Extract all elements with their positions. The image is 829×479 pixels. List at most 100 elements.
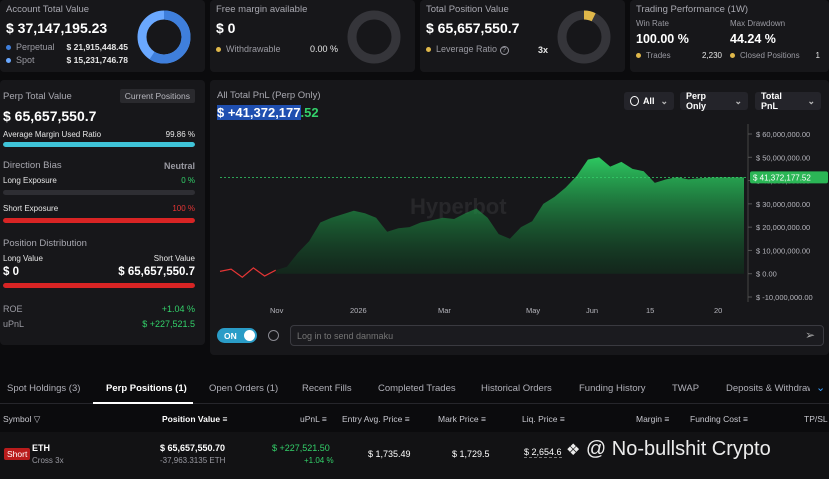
col-mark-label: Mark Price — [438, 414, 479, 424]
y-tick-label: $ -10,000,000.00 — [756, 293, 813, 302]
trades-dot-icon — [636, 53, 641, 58]
tab-twap[interactable]: TWAP — [672, 383, 699, 394]
avg-margin-bar — [3, 142, 195, 147]
performance-title: Trading Performance (1W) — [636, 4, 749, 15]
current-positions-button[interactable]: Current Positions — [119, 89, 195, 103]
y-tick-label: $ 60,000,000.00 — [756, 130, 810, 139]
position-donut-chart — [557, 10, 611, 64]
x-tick-label: 2026 — [350, 306, 367, 315]
trades-label: Trades — [646, 51, 671, 60]
upnl-value: $ +227,521.5 — [142, 319, 195, 329]
tab-completed-trades[interactable]: Completed Trades — [378, 383, 456, 394]
bottom-tabs: Spot Holdings (3) Perp Positions (1) Ope… — [0, 374, 829, 404]
tab-open-orders[interactable]: Open Orders (1) — [209, 383, 278, 394]
col-position-value[interactable]: Position Value ≡ — [162, 414, 227, 424]
x-tick-label: 15 — [646, 306, 654, 315]
tab-spot-holdings[interactable]: Spot Holdings (3) — [7, 383, 80, 394]
row-mark-price: $ 1,729.5 — [452, 449, 490, 459]
short-value: $ 65,657,550.7 — [118, 266, 195, 278]
upnl-label: uPnL — [3, 319, 25, 329]
x-tick-label: 20 — [714, 306, 722, 315]
col-tpsl: TP/SL — [804, 414, 828, 424]
withdrawable-value: 0.00 % — [309, 44, 338, 54]
row-upnl: $ +227,521.50 — [272, 443, 330, 453]
sort-icon: ≡ — [742, 414, 748, 424]
side-badge: Short — [4, 448, 31, 460]
direction-bias-label: Direction Bias — [3, 160, 62, 171]
perpetual-dot-icon — [6, 45, 11, 50]
col-margin[interactable]: Margin ≡ — [636, 414, 669, 424]
toggle-label: ON — [224, 330, 237, 341]
range-select[interactable]: All ⌄ — [624, 92, 674, 110]
tab-historical-orders[interactable]: Historical Orders — [481, 383, 552, 394]
chevron-down-icon: ⌄ — [660, 95, 668, 106]
danmaku-input-box: ➢ — [290, 325, 824, 346]
leverage-dot-icon — [426, 47, 431, 52]
watermark-text: @ No-bullshit Crypto — [585, 438, 771, 460]
danmaku-input[interactable] — [297, 329, 777, 343]
withdrawable-label: Withdrawable — [226, 44, 281, 54]
tab-deposits-withdraw[interactable]: Deposits & Withdraw — [726, 383, 810, 394]
free-margin-card: Free margin available $ 0 Withdrawable 0… — [210, 0, 415, 72]
send-icon[interactable]: ➢ — [805, 328, 815, 342]
pnl-type-label: Total PnL — [761, 91, 782, 111]
avg-margin-value: 99.86 % — [165, 130, 195, 139]
perp-total-title: Perp Total Value — [3, 90, 72, 102]
perp-filter-select[interactable]: Perp Only ⌄ — [680, 91, 748, 111]
y-tick-label: $ 30,000,000.00 — [756, 200, 810, 209]
current-value-label: $ 41,372,177.52 — [753, 173, 811, 182]
pnl-area — [275, 157, 744, 274]
active-tab-underline — [93, 402, 193, 404]
filter-icon: ▽ — [33, 414, 41, 424]
max-drawdown-label: Max Drawdown — [730, 19, 786, 28]
pnl-type-select[interactable]: Total PnL ⌄ — [755, 91, 821, 111]
channel-watermark: ❖ @ No-bullshit Crypto — [566, 438, 771, 461]
col-liq-price[interactable]: Liq. Price ≡ — [522, 414, 565, 424]
spot-value: $ 15,231,746.78 — [66, 55, 128, 65]
tab-perp-positions[interactable]: Perp Positions (1) — [106, 383, 187, 394]
tab-recent-fills[interactable]: Recent Fills — [302, 383, 352, 394]
long-exposure-label: Long Exposure — [3, 176, 57, 185]
chevron-down-icon: ⌄ — [807, 95, 815, 106]
col-upnl[interactable]: uPnL ≡ — [300, 414, 327, 424]
distribution-bar — [3, 283, 195, 288]
short-exposure-label: Short Exposure — [3, 204, 59, 213]
sort-icon: ≡ — [321, 414, 327, 424]
direction-bias-value: Neutral — [163, 160, 195, 171]
trades-value: 2,230 — [701, 51, 722, 60]
watermark-logo-icon: ❖ — [566, 442, 581, 459]
info-icon[interactable]: ? — [499, 46, 509, 55]
closed-positions-value: 1 — [815, 51, 820, 60]
col-upnl-label: uPnL — [300, 414, 320, 424]
tabs-chevron-down-icon[interactable]: ⌄ — [816, 381, 825, 394]
closed-positions-label: Closed Positions — [740, 51, 800, 60]
tab-funding-history[interactable]: Funding History — [579, 383, 646, 394]
col-symbol[interactable]: Symbol ▽ — [3, 414, 40, 425]
chevron-down-icon: ⌄ — [734, 95, 742, 106]
row-symbol[interactable]: ETH — [32, 443, 50, 453]
perp-total-value: $ 65,657,550.7 — [3, 108, 97, 124]
col-margin-label: Margin — [636, 414, 662, 424]
col-funding-cost[interactable]: Funding Cost ≡ — [690, 414, 748, 424]
x-tick-label: Mar — [438, 306, 451, 315]
y-tick-label: $ 20,000,000.00 — [756, 223, 810, 232]
pnl-negative-line — [219, 267, 276, 278]
leverage-value: 3x — [537, 44, 548, 55]
long-exposure-bar — [3, 190, 195, 195]
x-tick-label: Jun — [586, 306, 598, 315]
total-position-card: Total Position Value $ 65,657,550.7 Leve… — [420, 0, 625, 72]
spot-dot-icon — [6, 58, 11, 63]
chart-title: All Total PnL (Perp Only) — [217, 90, 321, 101]
position-distribution-label: Position Distribution — [3, 238, 87, 249]
col-mark-price[interactable]: Mark Price ≡ — [438, 414, 486, 424]
row-roe: +1.04 % — [304, 456, 334, 465]
short-exposure-bar — [3, 218, 195, 223]
sort-icon: ≡ — [559, 414, 565, 424]
win-rate-value: 100.00 % — [636, 32, 689, 46]
danmaku-toggle[interactable]: ON — [217, 328, 257, 343]
trading-performance-card: Trading Performance (1W) Win Rate 100.00… — [630, 0, 829, 72]
account-donut-chart — [137, 10, 191, 64]
settings-gear-icon[interactable] — [268, 330, 279, 341]
short-exposure-value: 100 % — [172, 204, 195, 213]
col-entry-price[interactable]: Entry Avg. Price ≡ — [342, 414, 410, 424]
